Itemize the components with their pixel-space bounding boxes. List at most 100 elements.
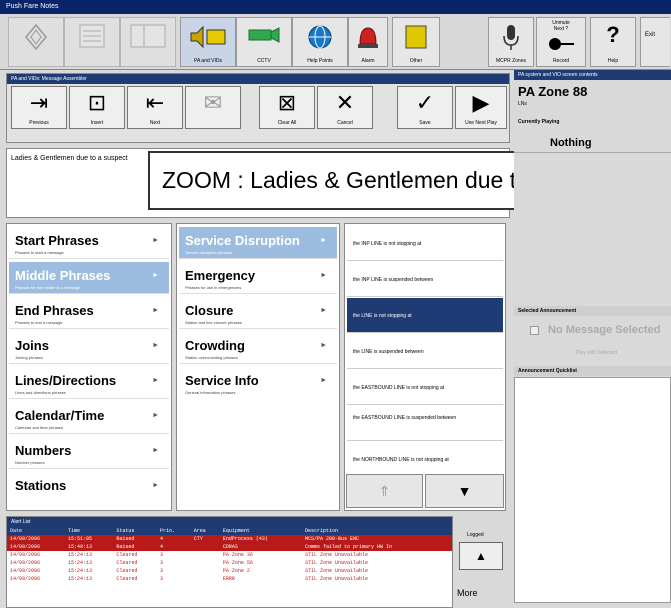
category-stations[interactable]: Stations ► — [9, 472, 169, 504]
help-button[interactable]: ? Help — [590, 17, 636, 67]
exit-button[interactable]: Exit — [640, 17, 670, 67]
pa-zone-sub: LNs — [518, 101, 527, 107]
alert-row[interactable]: 14/09/2006 15:24:13 Cleared 3 PA Zone 2 STIL … — [7, 567, 452, 575]
help-points-button[interactable]: Help Points — [292, 17, 348, 67]
help-icon: ? — [606, 22, 620, 47]
message-assembler-header: PA and VIDs: Message Assembler — [7, 74, 509, 84]
arrow-up-icon: ▲ — [475, 549, 487, 563]
cctv-button[interactable]: CCTV — [236, 17, 292, 67]
arrow-right-icon: ► — [320, 307, 327, 314]
clear-all-button[interactable]: ⊠ Clear All — [259, 86, 315, 129]
double-arrow-up-icon: ⇑ — [378, 483, 391, 499]
message-text: Ladies & Gentlemen due to a suspect — [11, 155, 128, 162]
play-icon: ▶ — [472, 90, 490, 115]
previous-button[interactable]: ⇥ Previous — [11, 86, 67, 129]
category-lines-directions[interactable]: Lines/Directions Lines and directions phr… — [9, 367, 169, 399]
category-joins[interactable]: Joins Joining phrases ► — [9, 332, 169, 364]
record-button[interactable]: Unmute Next ? Record — [536, 17, 586, 67]
mail-icon: ✉ — [203, 90, 223, 115]
globe-icon — [308, 25, 332, 49]
subcategory-closure[interactable]: Closure Station and line closure phrases ► — [179, 297, 337, 329]
alert-row[interactable]: 14/09/2006 15:51:05 Raised 4 CTY EndProcess (… — [7, 535, 452, 543]
phrase-item[interactable]: the EASTBOUND LINE is not stopping at — [347, 370, 503, 405]
pa-zone-title: PA Zone 88 — [518, 84, 588, 99]
selected-announcement-header: Selected Announcement — [514, 306, 671, 316]
next-button[interactable]: ⇤ Next — [127, 86, 183, 129]
alert-row[interactable]: 14/09/2006 15:24:13 Cleared 3 PA Zone 36 STIL… — [7, 551, 452, 559]
category-calendar-time[interactable]: Calendar/Time Calendar and time phrases ► — [9, 402, 169, 434]
message-assembler-panel: PA and VIDs: Message Assembler ⇥ Previous… — [6, 73, 510, 143]
subcategory-service-disruption[interactable]: Service Disruption Service disruption phr… — [179, 227, 337, 259]
save-button[interactable]: ✓ Save — [397, 86, 453, 129]
alert-table: Date Time Status Prio. Area Equipment Descript… — [7, 527, 452, 583]
diamond-icon — [25, 24, 47, 50]
play-selected-button[interactable]: Play with Selected — [576, 350, 617, 356]
arrow-right-icon: ► — [152, 307, 159, 314]
clear-all-icon: ⊠ — [277, 90, 297, 115]
next-icon: ⇤ — [145, 90, 165, 115]
phrase-item[interactable]: the INP LINE is not stopping at — [347, 226, 503, 261]
phrase-item[interactable]: the LINE is suspended between — [347, 334, 503, 369]
arrow-right-icon: ► — [152, 412, 159, 419]
category-numbers[interactable]: Numbers Number phrases ► — [9, 437, 169, 469]
arrow-down-icon: ▼ — [457, 483, 472, 499]
phrase-list: the INP LINE is not stopping at the INP … — [344, 223, 506, 511]
alert-side-controls: Logged ▲ More — [455, 530, 510, 608]
pa-vids-button[interactable]: PA and VIDs — [180, 17, 236, 67]
more-button[interactable]: More — [457, 588, 478, 598]
insert-button[interactable]: ⊡ Insert — [69, 86, 125, 129]
alert-row[interactable]: 14/09/2006 15:49:13 Raised 4 CDRAS Comms fail… — [7, 543, 452, 551]
diamond-button[interactable] — [8, 17, 64, 67]
arrow-right-icon: ► — [320, 377, 327, 384]
alarm-button[interactable]: Alarm — [348, 17, 388, 67]
selected-announcement-box: No Message Selected Play with Selected — [514, 318, 671, 362]
save-icon: ✓ — [415, 90, 435, 115]
quicklist-header: Announcement Quicklist — [514, 366, 671, 376]
alert-row[interactable]: 14/09/2006 15:24:13 Cleared 3 PA Zone 56 STIL… — [7, 559, 452, 567]
microphone-icon — [503, 25, 519, 50]
arrow-right-icon: ► — [152, 342, 159, 349]
pa-status-empty-area — [514, 152, 671, 302]
quicklist-box[interactable] — [514, 377, 671, 603]
alert-table-header: Date Time Status Prio. Area Equipment Descript… — [7, 527, 452, 535]
phrase-item[interactable]: the EASTBOUND LINE is suspended between — [347, 406, 503, 441]
exit-icon: Exit — [645, 32, 656, 38]
layout-button[interactable] — [120, 17, 176, 67]
cancel-button[interactable]: ✕ Cancel — [317, 86, 373, 129]
arrow-right-icon: ► — [320, 272, 327, 279]
use-next-play-button[interactable]: ▶ Use Next Play — [455, 86, 507, 129]
phrase-item[interactable]: the INP LINE is suspended between — [347, 262, 503, 297]
camera-icon — [248, 27, 280, 43]
subcategory-emergency[interactable]: Emergency Phrases for use in emergencies ► — [179, 262, 337, 294]
logged-label: Logged — [467, 532, 484, 538]
mail-button[interactable]: ✉ — [185, 86, 241, 129]
phrase-category-list: Start Phrases Phrases to start a message ►… — [6, 223, 172, 511]
main-toolbar: PA and VIDs CCTV Help Points Alarm Other… — [0, 14, 671, 70]
category-end-phrases[interactable]: End Phrases Phrases to end a message ► — [9, 297, 169, 329]
arrow-right-icon: ► — [320, 342, 327, 349]
phrase-scroll-down-button[interactable]: ▼ — [425, 474, 504, 508]
alert-list-header: Alert List — [7, 517, 452, 527]
pa-vids-icon — [190, 25, 226, 49]
note-icon — [405, 25, 427, 49]
phrase-item[interactable]: the NORTHBOUND LINE is not stopping at — [347, 442, 503, 477]
phrase-scroll-up-button[interactable]: ⇑ — [346, 474, 423, 508]
previous-icon: ⇥ — [29, 90, 49, 115]
record-icon — [549, 38, 574, 50]
list-button[interactable] — [64, 17, 120, 67]
alert-row[interactable]: 14/09/2006 15:24:13 Cleared 3 ERRR STIL Zone … — [7, 575, 452, 583]
alert-scroll-up-button[interactable]: ▲ — [459, 542, 503, 570]
selected-announcement-value: No Message Selected — [548, 324, 661, 336]
arrow-right-icon: ► — [152, 272, 159, 279]
category-middle-phrases[interactable]: Middle Phrases Phrases for the middle of … — [9, 262, 169, 294]
checkbox-icon[interactable] — [530, 326, 539, 335]
other-button[interactable]: Other — [392, 17, 440, 67]
category-start-phrases[interactable]: Start Phrases Phrases to start a message ► — [9, 227, 169, 259]
pa-status-panel: PA system and VIO screen contents PA Zon… — [514, 70, 671, 608]
subcategory-service-info[interactable]: Service Info General information phrases ► — [179, 367, 337, 399]
phrase-item-selected[interactable]: the LINE is not stopping at — [347, 298, 503, 333]
arrow-right-icon: ► — [320, 237, 327, 244]
mcpr-zones-button[interactable]: MCPR Zones — [488, 17, 534, 67]
insert-icon: ⊡ — [87, 90, 107, 115]
subcategory-crowding[interactable]: Crowding Station overcrowding phrases ► — [179, 332, 337, 364]
